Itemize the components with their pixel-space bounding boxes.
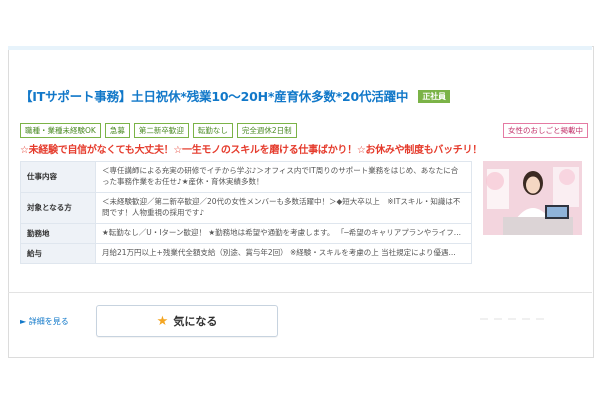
table-row: 勤務地 ★転勤なし／U・Iターン歓迎！ ★勤務地は希望や通勤を考慮します。 「─… xyxy=(20,222,472,244)
favorite-button[interactable]: ★ 気になる xyxy=(96,305,278,337)
info-table: 仕事内容 ＜専任講師による充実の研修でイチから学ぶ♪＞オフィス内でIT周りのサポ… xyxy=(20,161,472,264)
card-top-bar xyxy=(8,46,592,50)
row-label: 対象となる方 xyxy=(20,191,96,224)
tag-list: 職種・業種未経験OK 急募 第二新卒歓迎 転勤なし 完全週休2日制 xyxy=(20,123,297,138)
tag: 転勤なし xyxy=(192,123,233,138)
catchphrase: ☆未経験で自信がなくても大丈夫！☆一生モノのスキルを磨ける仕事ばかり！☆お休みや… xyxy=(20,145,482,156)
table-row: 対象となる方 ＜未経験歓迎／第二新卒歓迎／20代の女性メンバーも多数活躍中！＞◆… xyxy=(20,191,472,224)
table-row: 給与 月給21万円以上+残業代全額支給（別途、賞与年2回） ※経験・スキルを考慮… xyxy=(20,242,472,264)
favorite-button-label: 気になる xyxy=(173,315,218,328)
photo-illustration xyxy=(483,161,582,235)
feature-tag: 女性のおしごと掲載中 xyxy=(503,123,588,138)
row-value: ＜未経験歓迎／第二新卒歓迎／20代の女性メンバーも多数活躍中！＞◆短大卒以上 ※… xyxy=(95,191,472,224)
row-label: 給与 xyxy=(20,242,96,264)
job-title[interactable]: 【ITサポート事務】土日祝休*残業10～20H*産育休多数*20代活躍中 正社員 xyxy=(20,86,450,105)
divider xyxy=(8,292,592,293)
employment-badge: 正社員 xyxy=(418,90,450,103)
tag: 完全週休2日制 xyxy=(236,123,297,138)
tag: 職種・業種未経験OK xyxy=(20,123,101,138)
table-row: 仕事内容 ＜専任講師による充実の研修でイチから学ぶ♪＞オフィス内でIT周りのサポ… xyxy=(20,161,472,193)
row-value: 月給21万円以上+残業代全額支給（別途、賞与年2回） ※経験・スキルを考慮の上 … xyxy=(95,242,472,264)
faded-placeholder xyxy=(480,318,580,322)
tag: 急募 xyxy=(104,123,130,138)
row-label: 仕事内容 xyxy=(20,161,96,193)
job-photo xyxy=(483,161,582,235)
star-icon: ★ xyxy=(156,313,169,329)
row-value: ★転勤なし／U・Iターン歓迎！ ★勤務地は希望や通勤を考慮します。 「─希望のキ… xyxy=(95,222,472,244)
job-title-text[interactable]: 【ITサポート事務】土日祝休*残業10～20H*産育休多数*20代活躍中 xyxy=(20,89,408,104)
detail-link[interactable]: ► 詳細を見る xyxy=(20,316,69,327)
tag: 第二新卒歓迎 xyxy=(133,123,189,138)
row-value: ＜専任講師による充実の研修でイチから学ぶ♪＞オフィス内でIT周りのサポート業務を… xyxy=(95,161,472,193)
row-label: 勤務地 xyxy=(20,222,96,244)
